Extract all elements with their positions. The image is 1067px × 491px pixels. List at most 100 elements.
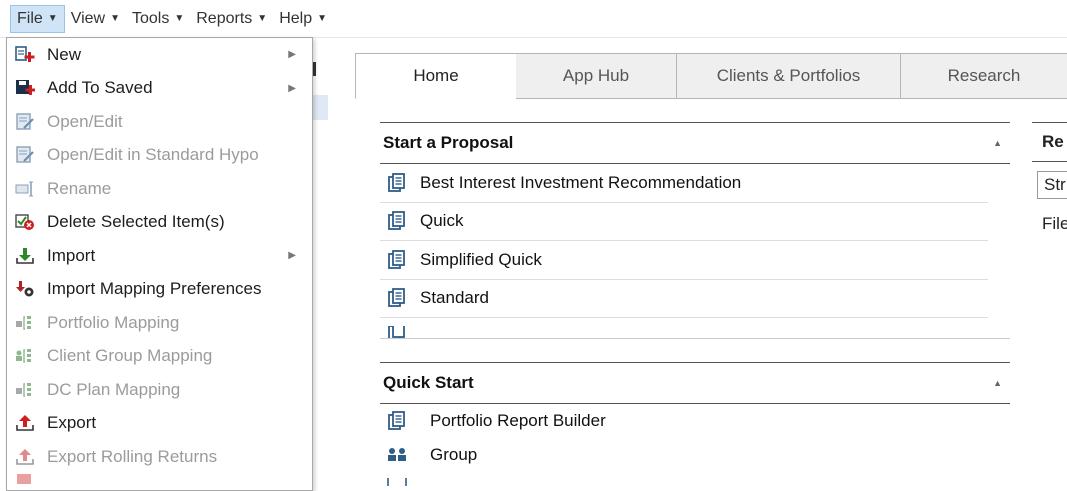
menu-item-label: Delete Selected Item(s) bbox=[47, 212, 225, 232]
mapping-icon bbox=[15, 380, 35, 400]
list-item-label: Group bbox=[430, 445, 478, 464]
menu-item-import[interactable]: Import ▶ bbox=[7, 239, 312, 273]
list-item-label: Standard bbox=[420, 288, 489, 308]
list-item[interactable]: Best Interest Investment Recommendation bbox=[380, 164, 988, 203]
menu-item-export-rolling-returns[interactable]: Export Rolling Returns bbox=[7, 440, 312, 474]
menu-item-open-edit-standard-hypo[interactable]: Open/Edit in Standard Hypo bbox=[7, 139, 312, 173]
proposal-doc-icon bbox=[386, 249, 408, 271]
right-panel-label: File bbox=[1042, 214, 1067, 233]
menu-item-label: Import bbox=[47, 245, 96, 265]
tab-app-hub-label: App Hub bbox=[562, 66, 630, 85]
list-item[interactable]: Portfolio Report Builder bbox=[380, 404, 1010, 438]
edit-doc-icon bbox=[15, 145, 35, 165]
tab-clients-portfolios-label: Clients & Portfolios bbox=[716, 66, 861, 85]
right-panel-title: Re bbox=[1042, 132, 1064, 151]
tab-app-hub[interactable]: App Hub bbox=[516, 54, 677, 99]
list-item[interactable]: Quick bbox=[380, 203, 988, 241]
folder-icon bbox=[386, 478, 408, 486]
menu-item-label: Portfolio Mapping bbox=[47, 312, 180, 332]
quick-start-panel: Quick Start ▲ Portfolio Report Builder G… bbox=[380, 362, 1010, 486]
menu-item-dc-plan-mapping[interactable]: DC Plan Mapping bbox=[7, 373, 312, 407]
tree-selected-row[interactable] bbox=[311, 95, 328, 120]
menu-item-add-to-saved[interactable]: Add To Saved ▶ bbox=[7, 72, 312, 106]
chevron-down-icon: ▼ bbox=[257, 13, 268, 24]
import-arrow-icon bbox=[15, 246, 35, 266]
quick-start-title: Quick Start bbox=[383, 373, 474, 392]
menu-help[interactable]: Help ▼ bbox=[273, 6, 333, 32]
tab-home[interactable]: Home bbox=[355, 54, 517, 99]
list-item[interactable]: Group bbox=[380, 438, 1010, 472]
menu-item-label: Export bbox=[47, 413, 97, 433]
menu-item-import-mapping-preferences[interactable]: Import Mapping Preferences bbox=[7, 273, 312, 307]
menu-help-label: Help bbox=[279, 9, 313, 27]
list-item-clipped[interactable] bbox=[380, 318, 1010, 339]
menu-item-open-edit[interactable]: Open/Edit bbox=[7, 105, 312, 139]
start-proposal-panel: Start a Proposal ▲ Best Interest Investm… bbox=[380, 122, 1010, 339]
menu-item-export[interactable]: Export bbox=[7, 407, 312, 441]
list-item-clipped[interactable] bbox=[380, 472, 1010, 486]
export-arrow-icon bbox=[15, 413, 35, 433]
mapping-icon bbox=[15, 313, 35, 333]
list-item[interactable]: Simplified Quick bbox=[380, 241, 988, 280]
menu-item-label: Client Group Mapping bbox=[47, 346, 213, 366]
collapse-icon[interactable]: ▲ bbox=[993, 378, 1002, 388]
menu-tools[interactable]: Tools ▼ bbox=[126, 6, 190, 32]
proposal-doc-icon bbox=[386, 326, 408, 338]
new-doc-plus-icon bbox=[15, 45, 35, 65]
menu-item-label: New bbox=[47, 44, 82, 64]
menu-item-client-group-mapping[interactable]: Client Group Mapping bbox=[7, 340, 312, 374]
tab-home-label: Home bbox=[413, 66, 459, 85]
proposal-doc-icon bbox=[386, 287, 408, 309]
menu-file-label: File bbox=[17, 9, 43, 27]
menu-reports-label: Reports bbox=[196, 9, 253, 27]
chevron-down-icon: ▼ bbox=[174, 13, 185, 24]
submenu-arrow-icon: ▶ bbox=[288, 49, 296, 61]
submenu-arrow-icon: ▶ bbox=[288, 250, 296, 262]
menu-item-label: Open/Edit in Standard Hypo bbox=[47, 145, 259, 165]
list-item-label: Portfolio Report Builder bbox=[430, 411, 606, 430]
menu-tools-label: Tools bbox=[131, 9, 170, 27]
right-panel-field-value: Str bbox=[1044, 175, 1066, 194]
chevron-down-icon: ▼ bbox=[110, 13, 120, 24]
quick-start-header[interactable]: Quick Start ▲ bbox=[380, 362, 1010, 404]
start-proposal-title: Start a Proposal bbox=[383, 133, 514, 152]
menu-item-rename[interactable]: Rename bbox=[7, 172, 312, 206]
chevron-down-icon: ▼ bbox=[317, 13, 327, 24]
collapse-icon[interactable]: ▲ bbox=[993, 138, 1002, 148]
submenu-arrow-icon: ▶ bbox=[288, 82, 296, 94]
menu-item-portfolio-mapping[interactable]: Portfolio Mapping bbox=[7, 306, 312, 340]
edit-doc-icon bbox=[15, 112, 35, 132]
main-tabs: Home App Hub Clients & Portfolios Resear… bbox=[355, 53, 1067, 99]
group-mapping-icon bbox=[15, 346, 35, 366]
tab-clients-portfolios[interactable]: Clients & Portfolios bbox=[677, 54, 901, 99]
proposal-doc-icon bbox=[386, 172, 408, 194]
menu-item-label: Open/Edit bbox=[47, 111, 123, 131]
chevron-down-icon: ▼ bbox=[47, 13, 58, 24]
menu-file[interactable]: File ▼ bbox=[10, 4, 65, 33]
list-item-label: Simplified Quick bbox=[420, 249, 542, 269]
import-gear-icon bbox=[15, 279, 35, 299]
menu-item-clipped[interactable] bbox=[7, 473, 312, 484]
right-panel-header: Re bbox=[1032, 122, 1067, 162]
tab-research[interactable]: Research bbox=[901, 54, 1067, 99]
menu-item-new[interactable]: New ▶ bbox=[7, 38, 312, 72]
tab-research-label: Research bbox=[947, 66, 1021, 85]
menu-item-label: Export Rolling Returns bbox=[47, 446, 218, 466]
list-item[interactable]: Standard bbox=[380, 280, 988, 318]
proposal-doc-icon bbox=[386, 210, 408, 232]
menu-bar: File ▼ View ▼ Tools ▼ Reports ▼ Help ▼ bbox=[0, 0, 1067, 38]
menu-item-label: Rename bbox=[47, 178, 112, 198]
right-panel-field[interactable]: Str bbox=[1037, 171, 1067, 199]
people-icon bbox=[386, 444, 408, 466]
save-plus-icon bbox=[15, 78, 35, 98]
menu-item-delete[interactable]: Delete Selected Item(s) bbox=[7, 206, 312, 240]
menu-view[interactable]: View ▼ bbox=[65, 6, 126, 32]
export-arrow-icon bbox=[15, 447, 35, 467]
file-menu-dropdown: New ▶ Add To Saved ▶ Open/Edit Open/Edit… bbox=[6, 37, 313, 491]
start-proposal-header[interactable]: Start a Proposal ▲ bbox=[380, 122, 1010, 164]
delete-icon bbox=[15, 212, 35, 232]
list-item-label: Best Interest Investment Recommendation bbox=[420, 172, 742, 192]
menu-reports[interactable]: Reports ▼ bbox=[190, 6, 273, 32]
rename-icon bbox=[15, 179, 35, 199]
menu-item-label: DC Plan Mapping bbox=[47, 379, 181, 399]
